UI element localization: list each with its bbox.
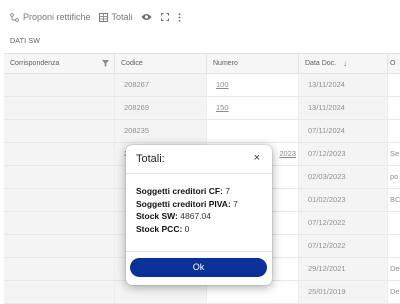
cell-data-doc: 13/11/2024 — [299, 97, 388, 119]
cell-extra — [388, 120, 400, 142]
cell-corrispondenza — [4, 74, 115, 96]
totals-label: Totali — [111, 12, 133, 22]
totals-dialog: Totali: × Soggetti creditori CF: 7 Sogge… — [126, 145, 272, 285]
cell-corrispondenza — [4, 97, 115, 119]
cell-data-doc: 07/12/2022 — [299, 235, 388, 257]
cell-corrispondenza — [4, 120, 115, 142]
totals-line: Stock SW: 4867.04 — [136, 211, 211, 221]
more-vert-icon[interactable] — [178, 12, 181, 22]
cell-data-doc: 07/12/2023 — [299, 143, 388, 165]
cell-extra: BC — [388, 189, 400, 211]
cell-data-doc: 25/01/2019 — [299, 281, 388, 303]
dialog-body: Soggetti creditori CF: 7 Soggetti credit… — [136, 185, 238, 235]
cell-corrispondenza — [4, 235, 115, 257]
cell-extra: De — [388, 281, 400, 303]
expand-icon[interactable] — [160, 13, 169, 21]
totals-line: Soggetti creditori PIVA: 7 — [136, 198, 238, 209]
toolbar: Proponi rettifiche Totali — [0, 0, 400, 34]
ok-button[interactable]: Ok — [130, 258, 267, 277]
dialog-title: Totali: — [136, 153, 165, 165]
cell-corrispondenza — [4, 143, 115, 165]
cell-extra: De — [388, 258, 400, 280]
column-header-data-doc[interactable]: Data Doc. ↓ — [299, 54, 388, 74]
totals-line: Stock PCC: 0 — [136, 223, 190, 234]
cell-numero[interactable] — [207, 120, 299, 142]
section-title: DATI SW — [10, 38, 41, 45]
cell-corrispondenza — [4, 281, 115, 303]
eye-icon[interactable] — [141, 13, 152, 21]
cell-codice: 208269 — [115, 97, 207, 119]
cell-data-doc: 07/12/2022 — [299, 212, 388, 234]
numero-link[interactable]: 100 — [216, 80, 229, 89]
table-icon — [98, 12, 108, 22]
propose-corrections-button[interactable]: Proponi rettifiche — [10, 12, 91, 22]
filter-icon[interactable] — [102, 60, 109, 67]
totals-line: Soggetti creditori CF: 7 — [136, 186, 230, 196]
cell-corrispondenza — [4, 212, 115, 234]
cell-extra: Se — [388, 143, 400, 165]
cell-numero[interactable]: 150 — [207, 97, 299, 119]
cell-extra — [388, 97, 400, 119]
cell-data-doc: 13/11/2024 — [299, 74, 388, 96]
cell-numero[interactable]: 100 — [207, 74, 299, 96]
cell-corrispondenza — [4, 166, 115, 188]
numero-link[interactable]: 150 — [216, 103, 229, 112]
cell-codice: 208235 — [115, 120, 207, 142]
column-header-numero[interactable]: Numero — [207, 54, 299, 74]
cell-extra — [388, 74, 400, 96]
table-row[interactable]: 208269 150 13/11/2024 — [4, 97, 400, 120]
cell-corrispondenza — [4, 189, 115, 211]
cell-codice: 208267 — [115, 74, 207, 96]
dialog-divider — [126, 173, 272, 174]
column-header-codice[interactable]: Codice — [115, 54, 207, 74]
cell-extra: po — [388, 166, 400, 188]
cell-data-doc: 02/03/2023 — [299, 166, 388, 188]
cell-extra — [388, 212, 400, 234]
dialog-divider — [126, 251, 272, 252]
numero-link[interactable]: 2023 — [279, 149, 296, 158]
close-icon[interactable]: × — [254, 152, 260, 164]
cell-data-doc: 07/11/2024 — [299, 120, 388, 142]
column-header-extra[interactable]: O — [388, 54, 400, 74]
propose-corrections-label: Proponi rettifiche — [23, 12, 91, 22]
table-row[interactable]: 208267 100 13/11/2024 — [4, 74, 400, 97]
cell-corrispondenza — [4, 258, 115, 280]
cell-data-doc: 01/02/2023 — [299, 189, 388, 211]
cell-extra — [388, 235, 400, 257]
grid-header: Corrispondenza Codice Numero Data Doc. ↓… — [4, 54, 400, 74]
cell-data-doc: 29/12/2021 — [299, 258, 388, 280]
merge-icon — [10, 12, 19, 22]
table-row[interactable]: 208235 07/11/2024 — [4, 120, 400, 143]
totals-button[interactable]: Totali — [98, 12, 133, 22]
sort-down-icon: ↓ — [343, 59, 347, 68]
column-header-corrispondenza[interactable]: Corrispondenza — [4, 54, 115, 74]
